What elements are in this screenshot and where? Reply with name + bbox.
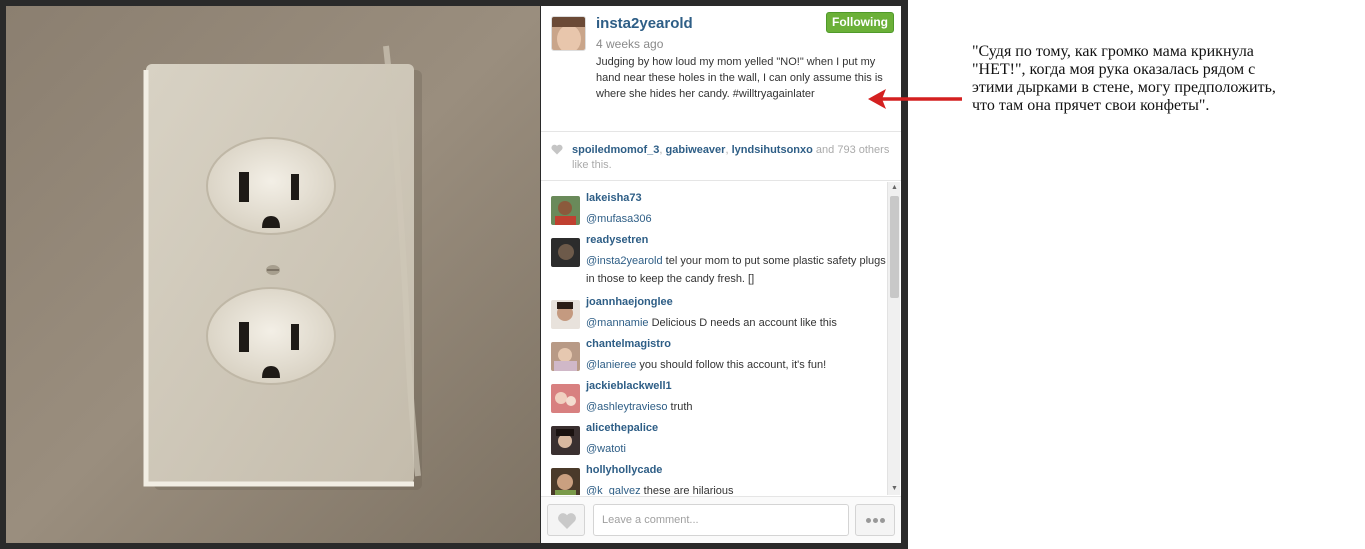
commenter-username[interactable]: jackieblackwell1 <box>586 380 672 392</box>
commenter-username[interactable]: alicethepalice <box>586 422 658 434</box>
heart-icon <box>558 513 576 529</box>
red-arrow <box>868 89 962 109</box>
likes-and: and <box>812 144 838 156</box>
likes-text: spoiledmomof_3, gabiweaver, lyndsihutson… <box>572 143 892 173</box>
post-caption: Judging by how loud my mom yelled "NO!" … <box>596 56 883 100</box>
comment-body: you should follow this account, it's fun… <box>636 359 827 371</box>
scroll-thumb[interactable] <box>890 196 899 298</box>
post-timestamp: 4 weeks ago <box>596 37 664 51</box>
comment-text: @ashleytravieso truth <box>586 398 886 416</box>
commenter-avatar[interactable] <box>551 196 580 225</box>
scroll-arrow-down[interactable]: ▼ <box>888 483 901 495</box>
liker-link[interactable]: gabiweaver <box>666 144 726 156</box>
author-username[interactable]: insta2yearold <box>596 15 693 32</box>
post-side-panel: insta2yearold 4 weeks ago Following Judg… <box>541 6 901 543</box>
post-header: insta2yearold 4 weeks ago Following Judg… <box>541 6 901 132</box>
comment-mention[interactable]: @lanieree <box>586 359 636 371</box>
post-photo <box>6 6 540 543</box>
comment-text: @mufasa306 <box>586 210 886 228</box>
commenter-username[interactable]: joannhaejonglee <box>586 296 673 308</box>
commenter-avatar[interactable] <box>551 342 580 371</box>
wall-outlet-photo <box>6 6 540 543</box>
liker-link[interactable]: lyndsihutsonxo <box>732 144 813 156</box>
more-dot <box>872 518 878 523</box>
comment-composer <box>541 496 901 543</box>
more-dot <box>879 518 885 523</box>
comment-text: @lanieree you should follow this account… <box>586 356 886 374</box>
translation-text: "Судя по тому, как громко мама крикнула … <box>972 43 1276 114</box>
commenter-avatar[interactable] <box>551 238 580 267</box>
comment-mention[interactable]: @ashleytravieso <box>586 401 667 413</box>
comment-input[interactable] <box>593 504 849 536</box>
like-button[interactable] <box>547 504 585 536</box>
commenter-username[interactable]: readysetren <box>586 234 648 246</box>
liker-link[interactable]: spoiledmomof_3 <box>572 144 659 156</box>
comment-mention[interactable]: @mannamie <box>586 317 649 329</box>
scroll-arrow-up[interactable]: ▲ <box>888 182 901 194</box>
commenter-username[interactable]: chantelmagistro <box>586 338 671 350</box>
commenter-avatar[interactable] <box>551 300 580 329</box>
comments-list[interactable]: lakeisha73 @mufasa306 readysetren @insta… <box>541 182 901 495</box>
likes-count: 793 <box>837 144 856 156</box>
following-button[interactable]: Following <box>826 12 894 33</box>
comment-mention[interactable]: @mufasa306 <box>586 213 652 225</box>
comment-text: @watoti <box>586 440 886 458</box>
more-options-button[interactable] <box>855 504 895 536</box>
comment-mention[interactable]: @watoti <box>586 443 626 455</box>
more-dots-icon <box>865 518 871 523</box>
comment-text: @k_galvez these are hilarious <box>586 482 886 495</box>
commenter-avatar[interactable] <box>551 468 580 495</box>
instagram-post-frame: insta2yearold 4 weeks ago Following Judg… <box>0 0 908 549</box>
comment-mention[interactable]: @k_galvez <box>586 485 641 495</box>
comment-text: @insta2yearold tel your mom to put some … <box>586 252 886 288</box>
comment-text: @mannamie Delicious D needs an account l… <box>586 314 886 332</box>
comment-body: truth <box>667 401 693 413</box>
likes-summary: spoiledmomof_3, gabiweaver, lyndsihutson… <box>541 133 901 181</box>
comments-scrollbar[interactable]: ▲ ▼ <box>887 182 900 495</box>
author-avatar[interactable] <box>551 16 586 51</box>
commenter-username[interactable]: lakeisha73 <box>586 192 642 204</box>
comment-body: Delicious D needs an account like this <box>648 317 837 329</box>
commenter-avatar[interactable] <box>551 426 580 455</box>
comment-body: these are hilarious <box>640 485 734 495</box>
heart-icon <box>551 144 563 155</box>
commenter-avatar[interactable] <box>551 384 580 413</box>
comment-mention[interactable]: @insta2yearold <box>586 255 663 267</box>
commenter-username[interactable]: hollyhollycade <box>586 464 662 476</box>
